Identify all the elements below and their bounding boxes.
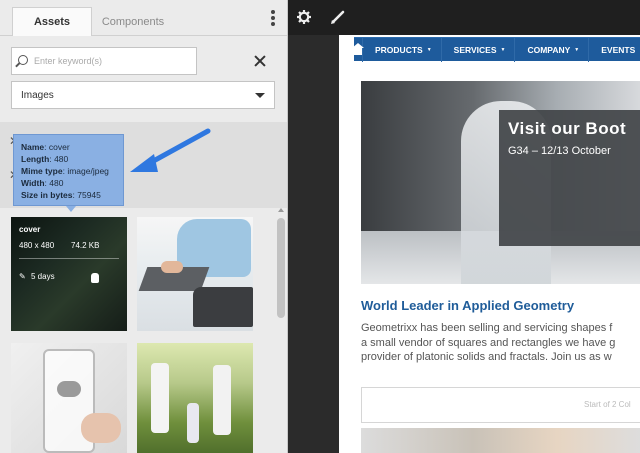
asset-type-select[interactable]: Images [11, 81, 275, 109]
tooltip-row: Mime type: image/jpeg [21, 166, 109, 176]
photo-bag [193, 287, 253, 327]
panel-tabs: Assets Components [0, 0, 287, 36]
asset-card-cover[interactable]: cover 480 x 480 74.2 KB ✎ 5 days [11, 217, 127, 331]
body-line: provider of platonic solids and fractals… [361, 351, 612, 363]
asset-dimensions: 480 x 480 [19, 241, 55, 250]
pencil-icon: ✎ [19, 272, 26, 281]
tooltip-arrow [66, 206, 76, 212]
search-input[interactable] [34, 52, 192, 70]
side-panel: Assets Components Images ✕ ✕ cover 480 x… [0, 0, 288, 453]
cloud-upload-icon [57, 381, 81, 397]
divider [19, 258, 119, 259]
hero-banner[interactable]: Visit our Boot G34 – 12/13 October [361, 81, 640, 284]
page-preview: PRODUCTS SERVICES COMPANY EVENTS Visit o… [339, 35, 640, 453]
tooltip-row: Length: 480 [21, 154, 69, 164]
asset-size: 74.2 KB [71, 241, 100, 250]
asset-tooltip: Name: cover Length: 480 Mime type: image… [13, 134, 124, 212]
clear-search-icon[interactable] [253, 54, 267, 68]
image-strip [361, 428, 640, 453]
nav-item-services[interactable]: SERVICES [442, 37, 516, 62]
caret-down-icon [255, 93, 265, 98]
asset-card-family[interactable] [137, 343, 253, 453]
app-root: Assets Components Images ✕ ✕ cover 480 x… [0, 0, 640, 453]
asset-age: 5 days [31, 272, 55, 281]
column-container[interactable]: Start of 2 Col [361, 387, 640, 423]
page-headline[interactable]: World Leader in Applied Geometry [361, 298, 574, 313]
tooltip-row: Name: cover [21, 142, 70, 152]
tab-components[interactable]: Components [92, 7, 174, 36]
tooltip-row: Width: 480 [21, 178, 64, 188]
asset-card-phone[interactable] [11, 343, 127, 453]
tooltip-row: Size in bytes: 75945 [21, 190, 101, 200]
site-nav: PRODUCTS SERVICES COMPANY EVENTS [352, 37, 640, 62]
photo-hand [161, 261, 183, 273]
column-placeholder: Start of 2 Col [584, 400, 631, 409]
callout-arrow-icon [130, 128, 211, 172]
asset-type-value: Images [21, 90, 54, 101]
asset-card-overlay: cover 480 x 480 74.2 KB ✎ 5 days [11, 217, 127, 331]
nav-item-products[interactable]: PRODUCTS [363, 37, 442, 62]
page-body-text[interactable]: Geometrixx has been selling and servicin… [361, 321, 640, 365]
scroll-up-icon[interactable] [278, 208, 284, 212]
photo-person [151, 363, 169, 433]
body-line: a small vendor of squares and rectangles… [361, 336, 616, 349]
search-field[interactable] [11, 47, 197, 75]
asset-name: cover [19, 225, 41, 234]
scrollbar[interactable] [276, 208, 286, 453]
tab-assets[interactable]: Assets [12, 7, 92, 36]
photo-person [213, 365, 231, 435]
body-line: Geometrixx has been selling and servicin… [361, 322, 613, 334]
more-options-icon[interactable] [270, 10, 276, 26]
photo-child [187, 403, 199, 443]
hero-title: Visit our Boot [508, 119, 627, 138]
hand-cursor-icon [91, 273, 99, 283]
nav-item-company[interactable]: COMPANY [515, 37, 590, 62]
asset-card-laptop[interactable] [137, 217, 253, 331]
home-icon[interactable] [352, 37, 364, 62]
scrollbar-thumb[interactable] [277, 218, 285, 318]
search-icon [18, 55, 28, 65]
gear-icon[interactable] [297, 10, 311, 24]
hero-subtitle: G34 – 12/13 October [508, 145, 611, 157]
photo-hand [81, 413, 121, 443]
nav-item-events[interactable]: EVENTS [589, 38, 640, 62]
pencil-icon[interactable] [330, 9, 346, 25]
